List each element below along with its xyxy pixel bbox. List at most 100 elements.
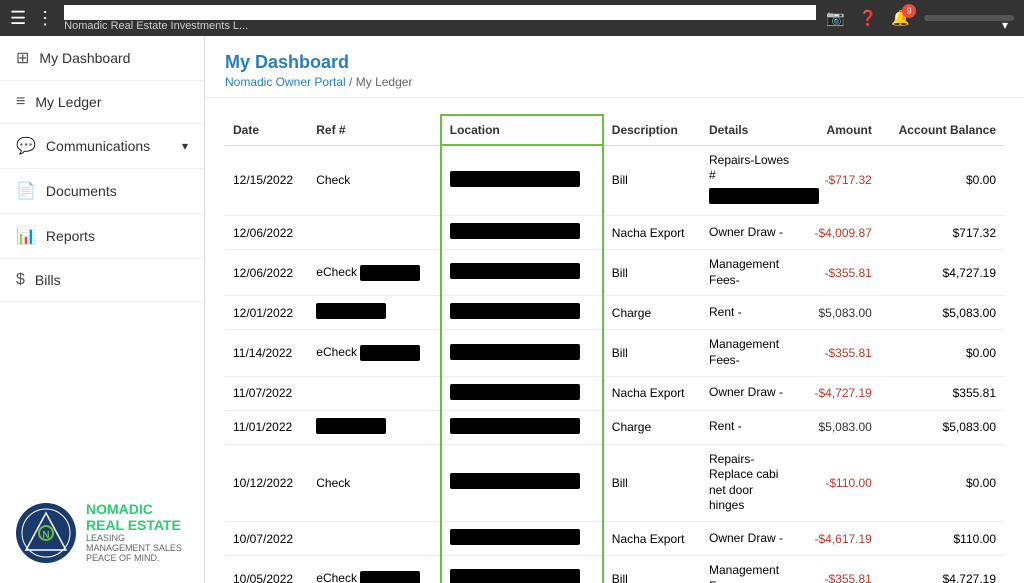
cell-ref bbox=[308, 410, 441, 444]
cell-ref: eCheck bbox=[308, 330, 441, 376]
sidebar-label-documents: Documents bbox=[46, 183, 117, 199]
cell-description: Charge bbox=[603, 410, 701, 444]
cell-description: Bill bbox=[603, 444, 701, 521]
cell-description: Nacha Export bbox=[603, 522, 701, 556]
sidebar-label-reports: Reports bbox=[46, 228, 95, 244]
sidebar-label-bills: Bills bbox=[35, 272, 61, 288]
cell-amount: -$355.81 bbox=[800, 556, 880, 583]
cell-location bbox=[441, 145, 603, 216]
bills-icon: $ bbox=[16, 271, 25, 289]
sidebar-item-communications[interactable]: 💬 Communications ▾ bbox=[0, 124, 204, 169]
cell-date: 12/06/2022 bbox=[225, 250, 308, 296]
cell-ref: Check bbox=[308, 145, 441, 216]
cell-amount: -$355.81 bbox=[800, 330, 880, 376]
breadcrumb-portal[interactable]: Nomadic Owner Portal bbox=[225, 75, 346, 89]
cell-details: Owner Draw - bbox=[701, 376, 800, 410]
col-balance: Account Balance bbox=[880, 115, 1004, 145]
hamburger-icon[interactable]: ☰ bbox=[10, 8, 26, 29]
cell-location bbox=[441, 556, 603, 583]
col-location: Location bbox=[441, 115, 603, 145]
cell-description: Nacha Export bbox=[603, 376, 701, 410]
sidebar-item-ledger[interactable]: ≡ My Ledger bbox=[0, 81, 204, 124]
cell-details: Management Fees- bbox=[701, 250, 800, 296]
cell-balance: $5,083.00 bbox=[880, 410, 1004, 444]
cell-location bbox=[441, 296, 603, 330]
help-icon[interactable]: ❓ bbox=[859, 9, 878, 27]
user-menu[interactable] bbox=[924, 15, 1014, 21]
col-details: Details bbox=[701, 115, 800, 145]
cell-balance: $717.32 bbox=[880, 216, 1004, 250]
main-header: My Dashboard Nomadic Owner Portal / My L… bbox=[205, 36, 1024, 98]
app-title: Nomadic Owner Portal bbox=[64, 5, 816, 20]
cell-date: 12/15/2022 bbox=[225, 145, 308, 216]
cell-details: Rent - bbox=[701, 410, 800, 444]
logo-text: NOMADIC REAL ESTATE LEASING MANAGEMENT S… bbox=[86, 502, 188, 563]
cell-ref: eCheck bbox=[308, 556, 441, 583]
cell-date: 12/06/2022 bbox=[225, 216, 308, 250]
main-content: My Dashboard Nomadic Owner Portal / My L… bbox=[205, 36, 1024, 583]
table-row: 10/05/2022eCheck BillManagement Fees--$3… bbox=[225, 556, 1004, 583]
camera-icon[interactable]: 📷 bbox=[826, 9, 845, 27]
cell-amount: $5,083.00 bbox=[800, 296, 880, 330]
col-date: Date bbox=[225, 115, 308, 145]
logo-tagline: LEASING MANAGEMENT SALES PEACE OF MIND. bbox=[86, 533, 188, 563]
sidebar-label-ledger: My Ledger bbox=[35, 94, 101, 110]
cell-amount: -$355.81 bbox=[800, 250, 880, 296]
table-row: 12/06/2022Nacha ExportOwner Draw --$4,00… bbox=[225, 216, 1004, 250]
sidebar-item-documents[interactable]: 📄 Documents bbox=[0, 169, 204, 214]
cell-location bbox=[441, 250, 603, 296]
cell-date: 11/07/2022 bbox=[225, 376, 308, 410]
table-row: 11/01/2022ChargeRent -$5,083.00$5,083.00 bbox=[225, 410, 1004, 444]
cell-balance: $5,083.00 bbox=[880, 296, 1004, 330]
cell-ref: Check bbox=[308, 444, 441, 521]
cell-ref bbox=[308, 376, 441, 410]
cell-location bbox=[441, 410, 603, 444]
ledger-table-container: Date Ref # Location Description Details … bbox=[205, 98, 1024, 583]
cell-description: Bill bbox=[603, 556, 701, 583]
logo-brand-line2: REAL ESTATE bbox=[86, 518, 188, 533]
dot-menu-icon[interactable]: ⋮ bbox=[36, 8, 54, 29]
cell-description: Bill bbox=[603, 145, 701, 216]
app-subtitle: Nomadic Real Estate Investments L... bbox=[64, 20, 816, 32]
table-row: 10/07/2022Nacha ExportOwner Draw --$4,61… bbox=[225, 522, 1004, 556]
reports-icon: 📊 bbox=[16, 226, 36, 246]
cell-balance: $0.00 bbox=[880, 330, 1004, 376]
col-ref: Ref # bbox=[308, 115, 441, 145]
cell-balance: $0.00 bbox=[880, 145, 1004, 216]
notification-badge: 9 bbox=[902, 4, 916, 18]
col-description: Description bbox=[603, 115, 701, 145]
cell-balance: $4,727.19 bbox=[880, 556, 1004, 583]
breadcrumb-current: My Ledger bbox=[356, 75, 413, 89]
cell-ref bbox=[308, 522, 441, 556]
sidebar: ⊞ My Dashboard ≡ My Ledger 💬 Communicati… bbox=[0, 36, 205, 583]
dashboard-icon: ⊞ bbox=[16, 48, 29, 68]
table-row: 12/15/2022CheckBillRepairs-Lowes #-$717.… bbox=[225, 145, 1004, 216]
notification-icon[interactable]: 🔔 9 bbox=[891, 9, 910, 27]
communications-icon: 💬 bbox=[16, 136, 36, 156]
breadcrumb-separator: / bbox=[346, 75, 356, 89]
col-amount: Amount bbox=[800, 115, 880, 145]
cell-location bbox=[441, 216, 603, 250]
cell-description: Nacha Export bbox=[603, 216, 701, 250]
ledger-table: Date Ref # Location Description Details … bbox=[225, 114, 1004, 583]
cell-balance: $0.00 bbox=[880, 444, 1004, 521]
cell-details: Management Fees- bbox=[701, 556, 800, 583]
cell-date: 10/07/2022 bbox=[225, 522, 308, 556]
sidebar-logo: N NOMADIC REAL ESTATE LEASING MANAGEMENT… bbox=[0, 482, 204, 583]
sidebar-item-dashboard[interactable]: ⊞ My Dashboard bbox=[0, 36, 204, 81]
topbar: ☰ ⋮ Nomadic Owner Portal Nomadic Real Es… bbox=[0, 0, 1024, 36]
sidebar-item-bills[interactable]: $ Bills bbox=[0, 259, 204, 302]
cell-amount: -$110.00 bbox=[800, 444, 880, 521]
page-title: My Dashboard bbox=[225, 52, 1004, 73]
sidebar-item-reports[interactable]: 📊 Reports bbox=[0, 214, 204, 259]
table-row: 12/06/2022eCheck BillManagement Fees--$3… bbox=[225, 250, 1004, 296]
table-row: 11/07/2022Nacha ExportOwner Draw --$4,72… bbox=[225, 376, 1004, 410]
cell-description: Bill bbox=[603, 250, 701, 296]
topbar-title: Nomadic Owner Portal Nomadic Real Estate… bbox=[64, 5, 816, 32]
svg-text:N: N bbox=[42, 530, 49, 541]
cell-ref bbox=[308, 216, 441, 250]
cell-amount: -$4,617.19 bbox=[800, 522, 880, 556]
cell-location bbox=[441, 444, 603, 521]
cell-balance: $110.00 bbox=[880, 522, 1004, 556]
cell-location bbox=[441, 376, 603, 410]
